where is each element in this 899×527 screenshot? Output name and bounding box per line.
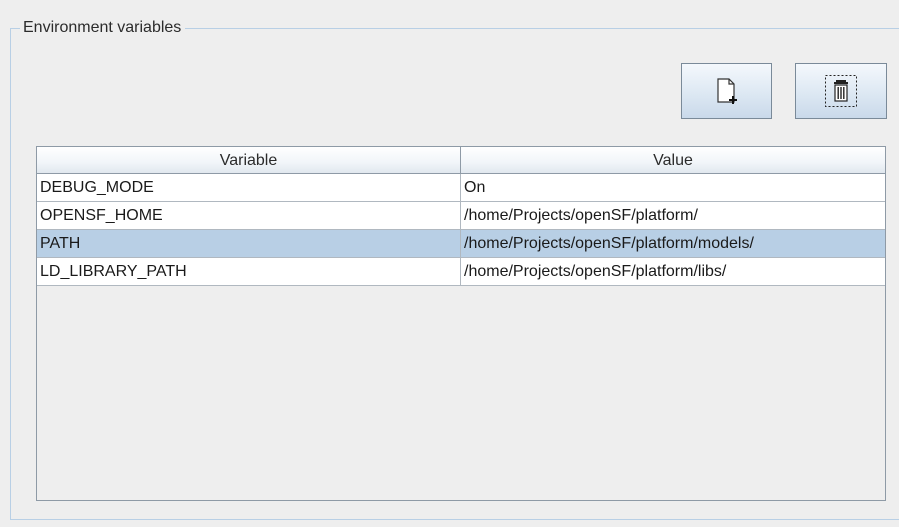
- table-row-selected[interactable]: PATH /home/Projects/openSF/platform/mode…: [37, 230, 885, 258]
- variable-cell[interactable]: PATH: [37, 230, 461, 257]
- table-body: DEBUG_MODE On OPENSF_HOME /home/Projects…: [37, 174, 885, 286]
- value-cell[interactable]: /home/Projects/openSF/platform/models/: [461, 230, 885, 257]
- panel-title: Environment variables: [20, 18, 186, 38]
- table-row[interactable]: DEBUG_MODE On: [37, 174, 885, 202]
- new-file-icon: [716, 77, 738, 105]
- environment-variables-table[interactable]: Variable Value DEBUG_MODE On OPENSF_HOME…: [36, 146, 886, 501]
- variable-cell[interactable]: OPENSF_HOME: [37, 202, 461, 229]
- value-cell[interactable]: /home/Projects/openSF/platform/libs/: [461, 258, 885, 285]
- table-row[interactable]: LD_LIBRARY_PATH /home/Projects/openSF/pl…: [37, 258, 885, 286]
- column-header-variable[interactable]: Variable: [37, 147, 461, 173]
- value-cell[interactable]: On: [461, 174, 885, 201]
- variable-cell[interactable]: DEBUG_MODE: [37, 174, 461, 201]
- trash-icon: [824, 74, 858, 108]
- add-variable-button[interactable]: [681, 63, 772, 119]
- delete-variable-button[interactable]: [795, 63, 887, 119]
- variable-cell[interactable]: LD_LIBRARY_PATH: [37, 258, 461, 285]
- table-header: Variable Value: [37, 147, 885, 174]
- column-header-value[interactable]: Value: [461, 147, 885, 173]
- value-cell[interactable]: /home/Projects/openSF/platform/: [461, 202, 885, 229]
- table-row[interactable]: OPENSF_HOME /home/Projects/openSF/platfo…: [37, 202, 885, 230]
